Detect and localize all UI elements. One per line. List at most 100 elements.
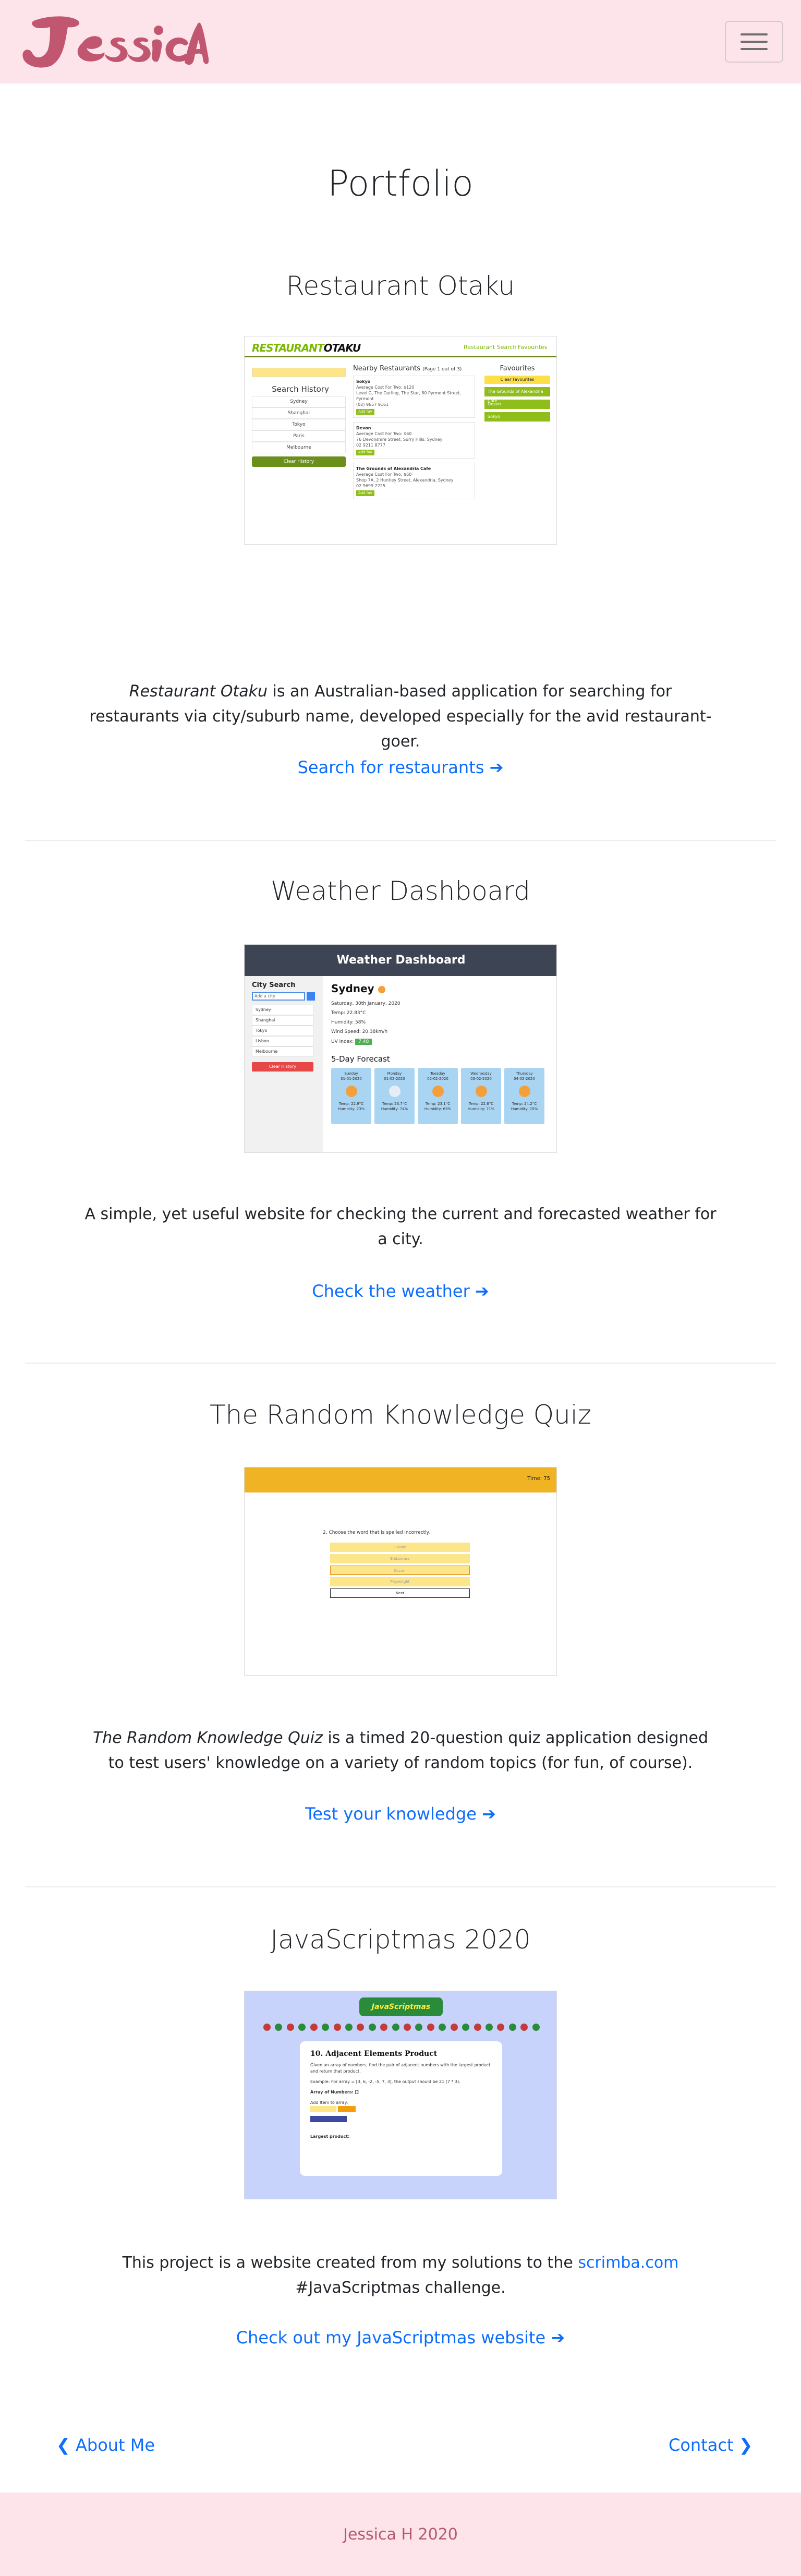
preview-header: Weather Dashboard — [245, 945, 556, 976]
day-dot — [368, 2024, 376, 2031]
chevron-right-icon: ➔ — [482, 1804, 496, 1824]
preview-option: Liaison — [330, 1543, 470, 1552]
preview-favourites: Favourites Clear Favourites The Grounds … — [484, 365, 550, 425]
day-dot — [263, 2024, 271, 2031]
project-title: The Random Knowledge Quiz — [210, 1400, 591, 1430]
day-dot — [392, 2024, 399, 2031]
preview-fav-button: Clear Favourites — [484, 376, 550, 384]
project-link-row: Test your knowledge ➔ — [0, 1804, 801, 1824]
day-dot — [450, 2024, 458, 2031]
preview-sidebar: Search History Sydney Shanghai Tokyo Par… — [252, 368, 349, 467]
day-dot — [520, 2024, 528, 2031]
preview-search-input: Add a city — [252, 992, 305, 1001]
footer: Jessica H 2020 — [0, 2493, 801, 2576]
day-dot — [333, 2024, 341, 2031]
preview-temp: Temp: 22.83°C — [331, 1010, 366, 1016]
project-description: The Random Knowledge Quiz is a timed 20-… — [92, 1729, 709, 1772]
chevron-left-icon: ❮ — [56, 2435, 70, 2455]
preview-forecast-cards: Sunday 31-01-2020 Temp: 22.9°C Humidity: 73… — [331, 1068, 550, 1124]
preview-heading: City Search — [252, 981, 296, 989]
menu-toggle-button[interactable] — [725, 21, 783, 63]
preview-city: Tokyo — [252, 419, 346, 430]
preview-uv: UV Index: 7.48 — [331, 1039, 550, 1045]
chevron-right-icon: ➔ — [475, 1281, 489, 1301]
preview-logo: JavaScriptmas — [359, 1997, 443, 2016]
day-dot — [427, 2024, 434, 2031]
project-link-row: Check out my JavaScriptmas website ➔ — [0, 2328, 801, 2348]
preview-city: Shanghai — [252, 1015, 313, 1026]
project-link-row: Search for restaurants ➔ — [0, 757, 801, 777]
preview-input — [310, 2106, 336, 2112]
preview-sidebar: City Search Add a city Sydney Shanghai T… — [245, 976, 323, 1152]
chevron-right-icon: ➔ — [489, 757, 504, 777]
contact-link[interactable]: Contact ❯ — [669, 2435, 753, 2455]
preview-header: Time: 75 — [245, 1467, 556, 1492]
day-dot — [474, 2024, 481, 2031]
hamburger-line — [741, 41, 768, 43]
about-me-link[interactable]: ❮ About Me — [56, 2435, 155, 2455]
weather-dashboard-link[interactable]: Check the weather ➔ — [312, 1281, 489, 1301]
day-dot — [275, 2024, 283, 2031]
project-description: This project is a website created from m… — [122, 2254, 679, 2297]
preview-next-button: Next — [330, 1588, 470, 1598]
preview-city: Melbourne — [252, 442, 346, 453]
preview-text: Array of Numbers: [] — [310, 2090, 359, 2094]
preview-fav-item: The Grounds of Alexandria Cafe — [484, 387, 550, 403]
preview-wind: Wind Speed: 20.38km/h — [331, 1029, 388, 1034]
restaurant-otaku-link[interactable]: Search for restaurants ➔ — [298, 757, 504, 777]
forecast-card: Thursday 04-02-2020 Temp: 24.2°C Humidity: … — [504, 1068, 544, 1124]
jessica-logo-icon — [22, 16, 209, 68]
project-link-row: Check the weather ➔ — [0, 1281, 801, 1301]
preview-fav-item: Devon — [484, 400, 550, 409]
day-dot — [286, 2024, 294, 2031]
preview-card: Sokyo Average Cost For Two: $120 Level G… — [353, 376, 475, 418]
preview-option: Playwright — [330, 1577, 470, 1586]
preview-heading: Nearby Restaurants (Page 1 out of 3) — [353, 365, 462, 372]
preview-fav-item: Sokyo — [484, 412, 550, 422]
preview-day-dots — [263, 2024, 540, 2031]
day-dot — [310, 2024, 318, 2031]
scrimba-link[interactable]: scrimba.com — [578, 2254, 678, 2272]
preview-heading: Search History — [272, 384, 329, 394]
forecast-card: Monday 01-02-2020 Temp: 23.7°C Humidity: 74… — [374, 1068, 415, 1124]
project-title: Restaurant Otaku — [286, 271, 515, 301]
preview-logo: RESTAURANTOTAKU — [252, 342, 361, 354]
section-divider — [25, 1363, 776, 1364]
preview-city: Melbourne — [252, 1046, 313, 1057]
chevron-right-icon: ➔ — [551, 2328, 565, 2348]
quiz-link[interactable]: Test your knowledge ➔ — [305, 1804, 496, 1824]
forecast-card: Tuesday 02-02-2020 Temp: 23.1°C Humidity: 6… — [418, 1068, 458, 1124]
hamburger-line — [741, 48, 768, 50]
day-dot — [508, 2024, 516, 2031]
day-dot — [322, 2024, 330, 2031]
preview-city: Tokyo — [252, 1026, 313, 1036]
preview-heading: 5-Day Forecast — [331, 1054, 390, 1064]
project-title: JavaScriptmas 2020 — [270, 1924, 531, 1955]
quiz-screenshot: Time: 75 2. Choose the word that is spel… — [244, 1467, 557, 1676]
project-title: Weather Dashboard — [271, 876, 530, 906]
preview-humidity: Humidity: 58% — [331, 1020, 366, 1025]
preview-search-input — [252, 368, 346, 377]
project-description: A simple, yet useful website for checkin… — [84, 1205, 717, 1248]
preview-heading: Favourites — [500, 365, 535, 372]
weather-dashboard-screenshot: Weather Dashboard City Search Add a city… — [244, 944, 557, 1153]
day-dot — [345, 2024, 353, 2031]
preview-header: RESTAURANTOTAKU Restaurant Search Favour… — [245, 336, 556, 357]
preview-card: 10. Adjacent Elements Product Given an a… — [300, 2041, 502, 2176]
preview-city: Sydney — [252, 1005, 313, 1015]
section-divider — [25, 840, 776, 841]
preview-nav-link: Restaurant Search — [464, 344, 517, 351]
preview-city: Lisbon — [252, 1036, 313, 1046]
day-dot — [380, 2024, 388, 2031]
preview-city: Sydney — [252, 396, 346, 407]
preview-date: Saturday, 30th January, 2020 — [331, 1001, 400, 1006]
forecast-card: Sunday 31-01-2020 Temp: 22.9°C Humidity: 73… — [331, 1068, 371, 1124]
section-divider — [25, 1886, 776, 1887]
page-title: Portfolio — [327, 163, 474, 204]
javascriptmas-link[interactable]: Check out my JavaScriptmas website ➔ — [236, 2328, 565, 2348]
preview-question: 2. Choose the word that is spelled incor… — [323, 1530, 430, 1535]
preview-city: Shanghai — [252, 407, 346, 419]
day-dot — [462, 2024, 470, 2031]
day-dot — [298, 2024, 306, 2031]
preview-text: Add Item to array: — [310, 2100, 348, 2105]
